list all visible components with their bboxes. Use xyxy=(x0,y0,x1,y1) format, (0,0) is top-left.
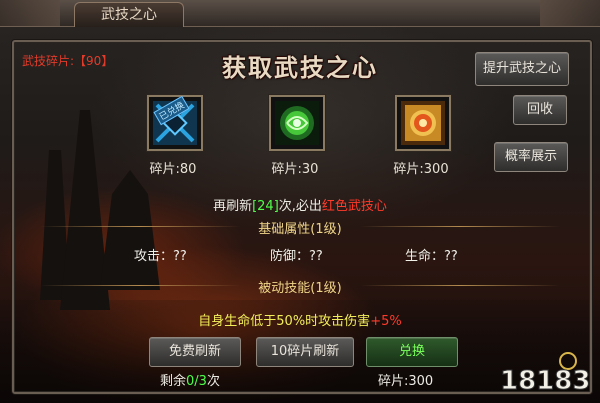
item-1-cost: 碎片:80 xyxy=(149,162,197,177)
recycle-button[interactable]: 回收 xyxy=(513,95,567,125)
section-divider xyxy=(360,285,560,286)
basic-attributes-title: 基础属性(1级) xyxy=(258,222,342,237)
green-swirl-orb-icon xyxy=(275,101,319,145)
probability-button[interactable]: 概率展示 xyxy=(494,142,568,172)
refresh-prefix: 再刷新 xyxy=(213,199,253,214)
refresh-count: [24] xyxy=(252,199,279,214)
shard-refresh-button[interactable]: 10碎片刷新 xyxy=(256,337,354,367)
shard-count: 武技碎片:【90】 xyxy=(22,52,113,69)
skill-heart-item-1[interactable]: 已兑换 xyxy=(147,95,203,151)
passive-skill-desc-prefix: 自身生命低于50%时攻击伤害 xyxy=(198,314,371,329)
upgrade-skill-heart-button[interactable]: 提升武技之心 xyxy=(475,52,569,86)
section-divider xyxy=(40,285,240,286)
shard-count-label: 武技碎片: xyxy=(22,54,75,68)
dragon-ornament-icon xyxy=(540,0,600,26)
free-refresh-button[interactable]: 免费刷新 xyxy=(149,337,241,367)
exchange-button[interactable]: 兑换 xyxy=(366,337,458,367)
watermark-logo-icon: 18183 xyxy=(500,352,590,393)
item-3-cost: 碎片:300 xyxy=(393,162,449,177)
orange-fire-orb-icon xyxy=(401,101,445,145)
life-stat: 生命：?? xyxy=(405,249,458,264)
game-screen: 武技之心 武技碎片:【90】 获取武技之心 已兑换 碎片:80 碎片:30 碎片… xyxy=(0,0,600,403)
exchange-cost: 碎片:300 xyxy=(378,374,434,389)
item-2-cost: 碎片:30 xyxy=(271,162,319,177)
defense-stat: 防御：?? xyxy=(270,249,323,264)
passive-skill-description: 自身生命低于50%时攻击伤害+5% xyxy=(0,310,600,329)
watermark-text: 18183 xyxy=(500,366,590,393)
title-bar: 武技之心 xyxy=(0,0,600,27)
refresh-guarantee-text: 再刷新[24]次,必出红色武技心 xyxy=(0,195,600,214)
remaining-suffix: 次 xyxy=(206,374,220,389)
remaining-refreshes: 剩余0/3次 xyxy=(160,370,220,389)
passive-skill-title: 被动技能(1级) xyxy=(258,281,342,296)
section-divider xyxy=(360,226,560,227)
passive-skill-bonus: +5% xyxy=(370,314,402,329)
section-divider xyxy=(40,226,240,227)
window-title-tab[interactable]: 武技之心 xyxy=(74,2,184,27)
remaining-value: 0/3 xyxy=(186,374,207,389)
dragon-ornament-icon xyxy=(0,0,60,26)
refresh-middle: 次,必出 xyxy=(278,199,322,214)
skill-heart-item-3[interactable] xyxy=(395,95,451,151)
refresh-highlight: 红色武技心 xyxy=(321,199,387,214)
shard-count-value: 【90】 xyxy=(74,54,114,68)
remaining-prefix: 剩余 xyxy=(160,374,187,389)
attack-stat: 攻击：?? xyxy=(134,249,187,264)
page-title: 获取武技之心 xyxy=(222,53,378,82)
skill-heart-item-2[interactable] xyxy=(269,95,325,151)
